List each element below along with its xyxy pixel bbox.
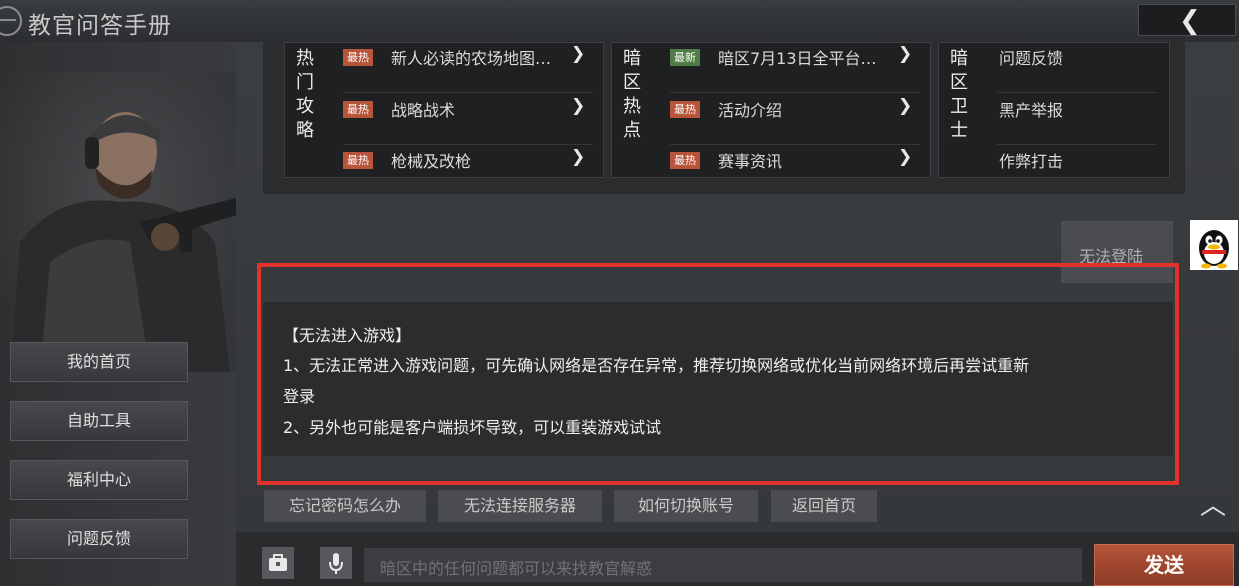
- logo-icon: [0, 6, 22, 36]
- page-title: 教官问答手册: [28, 13, 172, 39]
- hot-badge: 最热: [670, 101, 700, 118]
- highlight-box: [257, 263, 1179, 485]
- list-item[interactable]: 最热 活动介绍 ❯: [670, 95, 920, 145]
- quick-reply-button[interactable]: 无法连接服务器: [438, 490, 602, 522]
- chevron-right-icon: ❯: [898, 147, 913, 167]
- new-badge: 最新: [670, 49, 700, 66]
- sidebar: 我的首页 自助工具 福利中心 问题反馈: [0, 42, 236, 586]
- send-button[interactable]: 发送: [1094, 544, 1234, 586]
- item-label: 作弊打击: [999, 152, 1064, 171]
- item-label: 新人必读的农场地图…: [391, 49, 552, 68]
- category-card-guard: 暗区卫士 问题反馈 黑产举报 作弊打击: [938, 42, 1170, 178]
- list-item[interactable]: 作弊打击: [997, 146, 1157, 196]
- chevron-right-icon: ❯: [571, 96, 586, 116]
- sidebar-item-feedback[interactable]: 问题反馈: [10, 519, 188, 559]
- toolbox-button[interactable]: [262, 547, 294, 579]
- toolbox-icon: [269, 554, 287, 571]
- sidebar-item-welfare[interactable]: 福利中心: [10, 460, 188, 500]
- list-item[interactable]: 最热 枪械及改枪 ❯: [343, 146, 593, 196]
- item-label: 问题反馈: [999, 49, 1064, 68]
- list-item[interactable]: 最热 赛事资讯 ❯: [670, 146, 920, 196]
- hot-badge: 最热: [343, 152, 373, 169]
- category-card-guides: 热门攻略 最热 新人必读的农场地图… ❯ 最热 战略战术 ❯ 最热 枪械及改枪 …: [284, 42, 604, 178]
- list-item[interactable]: 最热 战略战术 ❯: [343, 95, 593, 145]
- quick-reply-button[interactable]: 如何切换账号: [614, 490, 758, 522]
- sidebar-item-home[interactable]: 我的首页: [10, 342, 188, 382]
- quick-reply-button[interactable]: 忘记密码怎么办: [264, 490, 426, 522]
- list-item[interactable]: 黑产举报: [997, 95, 1157, 145]
- instructor-portrait: [0, 72, 236, 372]
- category-label: 暗区热点: [623, 48, 641, 141]
- item-label: 赛事资讯: [718, 152, 783, 171]
- hot-badge: 最热: [670, 152, 700, 169]
- microphone-icon: [329, 553, 343, 574]
- penguin-icon: [1199, 230, 1229, 269]
- chevron-right-icon: ❯: [571, 147, 586, 167]
- input-placeholder: 暗区中的任何问题都可以来找教官解惑: [380, 559, 653, 578]
- category-label: 热门攻略: [296, 48, 314, 141]
- chevron-left-icon: ❮: [1179, 6, 1201, 36]
- question-input[interactable]: 暗区中的任何问题都可以来找教官解惑: [364, 548, 1082, 582]
- list-item[interactable]: 问题反馈: [997, 43, 1157, 93]
- category-label: 暗区卫士: [950, 48, 968, 141]
- hot-badge: 最热: [343, 101, 373, 118]
- sidebar-item-self-service[interactable]: 自助工具: [10, 401, 188, 441]
- user-avatar: [1190, 220, 1238, 270]
- list-item[interactable]: 最新 暗区7月13日全平台… ❯: [670, 43, 920, 93]
- item-label: 暗区7月13日全平台…: [718, 49, 877, 68]
- chevron-right-icon: ❯: [571, 44, 586, 64]
- back-button[interactable]: ❮: [1138, 4, 1236, 36]
- item-label: 黑产举报: [999, 101, 1064, 120]
- item-label: 活动介绍: [718, 101, 783, 120]
- chevron-right-icon: ❯: [898, 96, 913, 116]
- list-item[interactable]: 最热 新人必读的农场地图… ❯: [343, 43, 593, 93]
- item-label: 枪械及改枪: [391, 152, 472, 171]
- item-label: 战略战术: [391, 101, 456, 120]
- hot-badge: 最热: [343, 49, 373, 66]
- scroll-up-icon[interactable]: ︿: [1194, 487, 1232, 525]
- voice-button[interactable]: [320, 547, 352, 579]
- category-card-hotspots: 暗区热点 最新 暗区7月13日全平台… ❯ 最热 活动介绍 ❯ 最热 赛事资讯 …: [611, 42, 931, 178]
- top-bar: 教官问答手册 ❮: [0, 0, 1239, 43]
- quick-reply-button[interactable]: 返回首页: [771, 490, 877, 522]
- chevron-right-icon: ❯: [898, 44, 913, 64]
